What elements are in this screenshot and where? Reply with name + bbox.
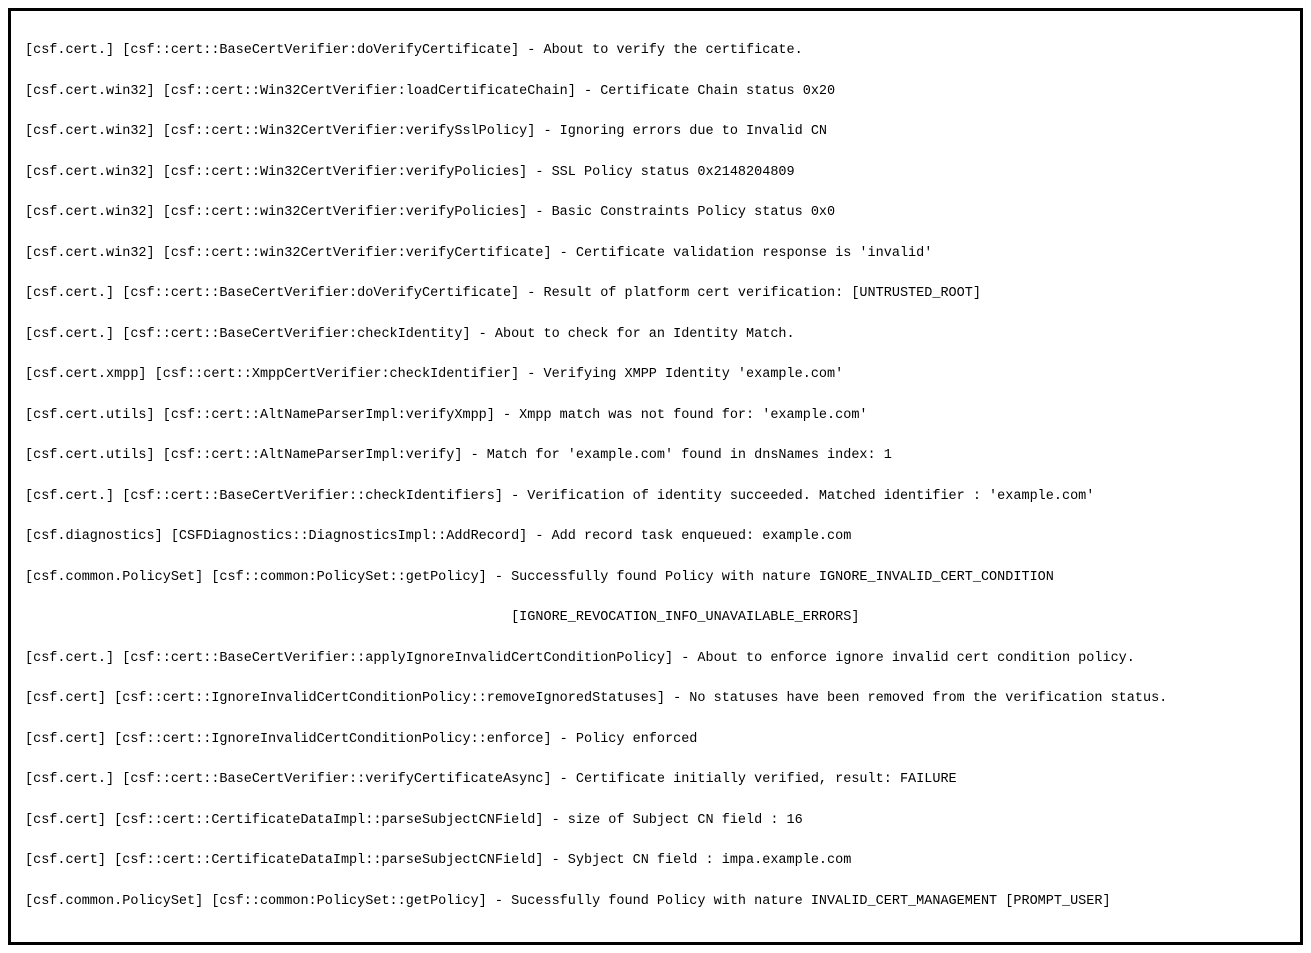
log-line: [csf.cert] [csf::cert::IgnoreInvalidCert… bbox=[25, 730, 1286, 750]
log-line: [csf.cert.] [csf::cert::BaseCertVerifier… bbox=[25, 325, 1286, 345]
log-line: [csf.cert] [csf::cert::CertificateDataIm… bbox=[25, 851, 1286, 871]
log-line: [csf.cert.xmpp] [csf::cert::XmppCertVeri… bbox=[25, 365, 1286, 385]
log-line: [csf.cert.win32] [csf::cert::Win32CertVe… bbox=[25, 163, 1286, 183]
log-line: [csf.cert] [csf::cert::IgnoreInvalidCert… bbox=[25, 689, 1286, 709]
log-output-box: [csf.cert.] [csf::cert::BaseCertVerifier… bbox=[8, 8, 1303, 945]
log-line: [csf.cert.win32] [csf::cert::win32CertVe… bbox=[25, 203, 1286, 223]
log-line: [csf.cert.] [csf::cert::BaseCertVerifier… bbox=[25, 41, 1286, 61]
log-line: [csf.cert.] [csf::cert::BaseCertVerifier… bbox=[25, 284, 1286, 304]
log-line: [csf.cert.win32] [csf::cert::win32CertVe… bbox=[25, 244, 1286, 264]
log-line: [csf.cert] [csf::cert::CertificateDataIm… bbox=[25, 811, 1286, 831]
log-line: [csf.cert.win32] [csf::cert::Win32CertVe… bbox=[25, 122, 1286, 142]
log-line: [csf.common.PolicySet] [csf::common:Poli… bbox=[25, 892, 1286, 912]
log-line: [IGNORE_REVOCATION_INFO_UNAVAILABLE_ERRO… bbox=[25, 608, 1286, 628]
log-line: [csf.cert.] [csf::cert::BaseCertVerifier… bbox=[25, 649, 1286, 669]
log-line: [csf.cert.] [csf::cert::BaseCertVerifier… bbox=[25, 770, 1286, 790]
log-line: [csf.cert.utils] [csf::cert::AltNamePars… bbox=[25, 446, 1286, 466]
log-line: [csf.common.PolicySet] [csf::common:Poli… bbox=[25, 568, 1286, 588]
log-line: [csf.cert.win32] [csf::cert::Win32CertVe… bbox=[25, 82, 1286, 102]
log-line: [csf.diagnostics] [CSFDiagnostics::Diagn… bbox=[25, 527, 1286, 547]
log-line: [csf.cert.utils] [csf::cert::AltNamePars… bbox=[25, 406, 1286, 426]
log-line: [csf.cert.] [csf::cert::BaseCertVerifier… bbox=[25, 487, 1286, 507]
